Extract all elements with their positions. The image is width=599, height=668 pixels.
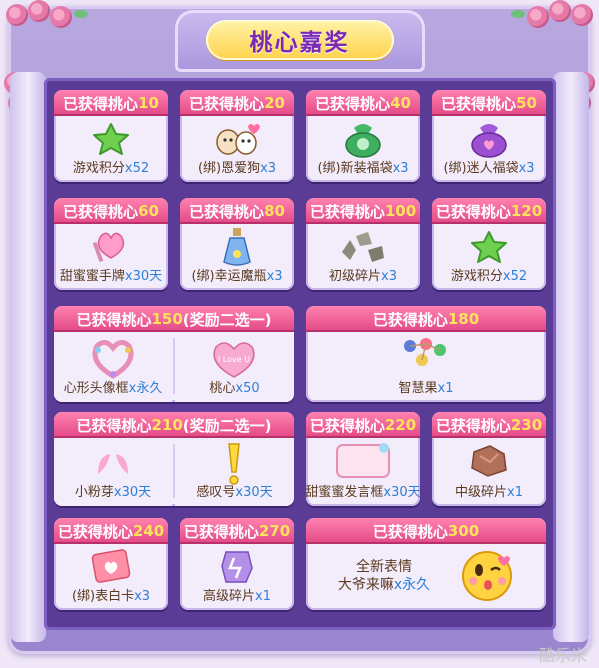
reward-ribbon: 已获得桃心 240 (54, 518, 168, 544)
reward-ribbon: 已获得桃心 50 (432, 90, 546, 116)
reward-card-180[interactable]: 已获得桃心 180 智慧果x1 (306, 306, 546, 402)
reward-ribbon: 已获得桃心 270 (180, 518, 294, 544)
page-title: 桃心嘉奖 (249, 30, 350, 56)
reward-card-20[interactable]: 已获得桃心 20 (绑)恩爱狗x3 (180, 90, 294, 182)
reward-ribbon: 已获得桃心 210 (奖励二选一) (54, 412, 294, 438)
reward-card-210-choice: 已获得桃心 210 (奖励二选一) 小粉芽x30天 感叹号x30天 (54, 412, 294, 506)
basic-fragment-icon (338, 230, 388, 264)
reward-card-150-choice: 已获得桃心 150 (奖励二选一) 心形头像框x永久 I Love U 桃心x50 (54, 306, 294, 402)
choice-option-pink-sprout[interactable]: 小粉芽x30天 (54, 438, 172, 506)
rose-decoration-left (0, 0, 160, 114)
reward-ribbon: 已获得桃心 40 (306, 90, 420, 116)
reward-ribbon: 已获得桃心 150 (奖励二选一) (54, 306, 294, 332)
magic-bottle-icon (218, 226, 256, 266)
reward-ribbon: 已获得桃心 120 (432, 198, 546, 224)
choice-option-exclamation[interactable]: 感叹号x30天 (175, 438, 294, 506)
reward-card-80[interactable]: 已获得桃心 80 (绑)幸运魔瓶x3 (180, 198, 294, 290)
left-pillar (10, 72, 46, 642)
green-lucky-bag-icon (342, 120, 384, 158)
heart-sign-icon (88, 228, 134, 264)
star-icon (92, 122, 130, 156)
reward-ribbon: 已获得桃心 60 (54, 198, 168, 224)
heart-text: I Love U (218, 355, 250, 364)
wisdom-fruit-icon (400, 336, 452, 370)
reward-ribbon: 已获得桃心 220 (306, 412, 420, 438)
reward-card-60[interactable]: 已获得桃心 60 甜蜜蜜手牌x30天 (54, 198, 168, 290)
heart-icon: I Love U (209, 338, 259, 380)
title-plate: 桃心嘉奖 (205, 20, 394, 60)
reward-ribbon: 已获得桃心 100 (306, 198, 420, 224)
reward-card-240[interactable]: 已获得桃心 240 (绑)表白卡x3 (54, 518, 168, 610)
choice-option-heart[interactable]: I Love U 桃心x50 (175, 332, 294, 402)
reward-card-40[interactable]: 已获得桃心 40 (绑)新装福袋x3 (306, 90, 420, 182)
reward-card-220[interactable]: 已获得桃心 220 甜蜜蜜发言框x30天 (306, 412, 420, 506)
watermark: 酷乐米 (538, 646, 587, 665)
mid-fragment-icon (468, 442, 510, 478)
confession-card-icon (90, 548, 132, 584)
reward-card-120[interactable]: 已获得桃心 120 游戏积分x52 (432, 198, 546, 290)
dog-couple-icon (212, 122, 262, 156)
kiss-emoji-icon (458, 548, 516, 604)
reward-card-300[interactable]: 已获得桃心 300 全新表情 大爷来嘛x永久 (306, 518, 546, 610)
reward-ribbon: 已获得桃心 80 (180, 198, 294, 224)
exclamation-icon (221, 442, 247, 486)
purple-lucky-bag-icon (468, 120, 510, 158)
reward-ribbon: 已获得桃心 20 (180, 90, 294, 116)
reward-ribbon: 已获得桃心 180 (306, 306, 546, 332)
reward-ribbon: 已获得桃心 230 (432, 412, 546, 438)
reward-ribbon: 已获得桃心 10 (54, 90, 168, 116)
reward-card-230[interactable]: 已获得桃心 230 中级碎片x1 (432, 412, 546, 506)
heart-frame-icon (88, 338, 138, 380)
right-pillar (553, 72, 589, 642)
rose-decoration-right (439, 0, 599, 114)
star-icon (470, 230, 508, 264)
choice-option-avatar-frame[interactable]: 心形头像框x永久 (54, 332, 172, 402)
reward-card-100[interactable]: 已获得桃心 100 初级碎片x3 (306, 198, 420, 290)
reward-card-10[interactable]: 已获得桃心 10 游戏积分x52 (54, 90, 168, 182)
reward-board: 已获得桃心 10 游戏积分x52 已获得桃心 20 (绑)恩爱狗x3 已获得桃心 40… (44, 78, 556, 630)
reward-card-270[interactable]: 已获得桃心 270 高级碎片x1 (180, 518, 294, 610)
pink-sprout-icon (90, 446, 136, 480)
advanced-fragment-icon (218, 548, 256, 586)
reward-card-50[interactable]: 已获得桃心 50 (绑)迷人福袋x3 (432, 90, 546, 182)
speech-frame-icon (334, 442, 392, 480)
reward-ribbon: 已获得桃心 300 (306, 518, 546, 544)
